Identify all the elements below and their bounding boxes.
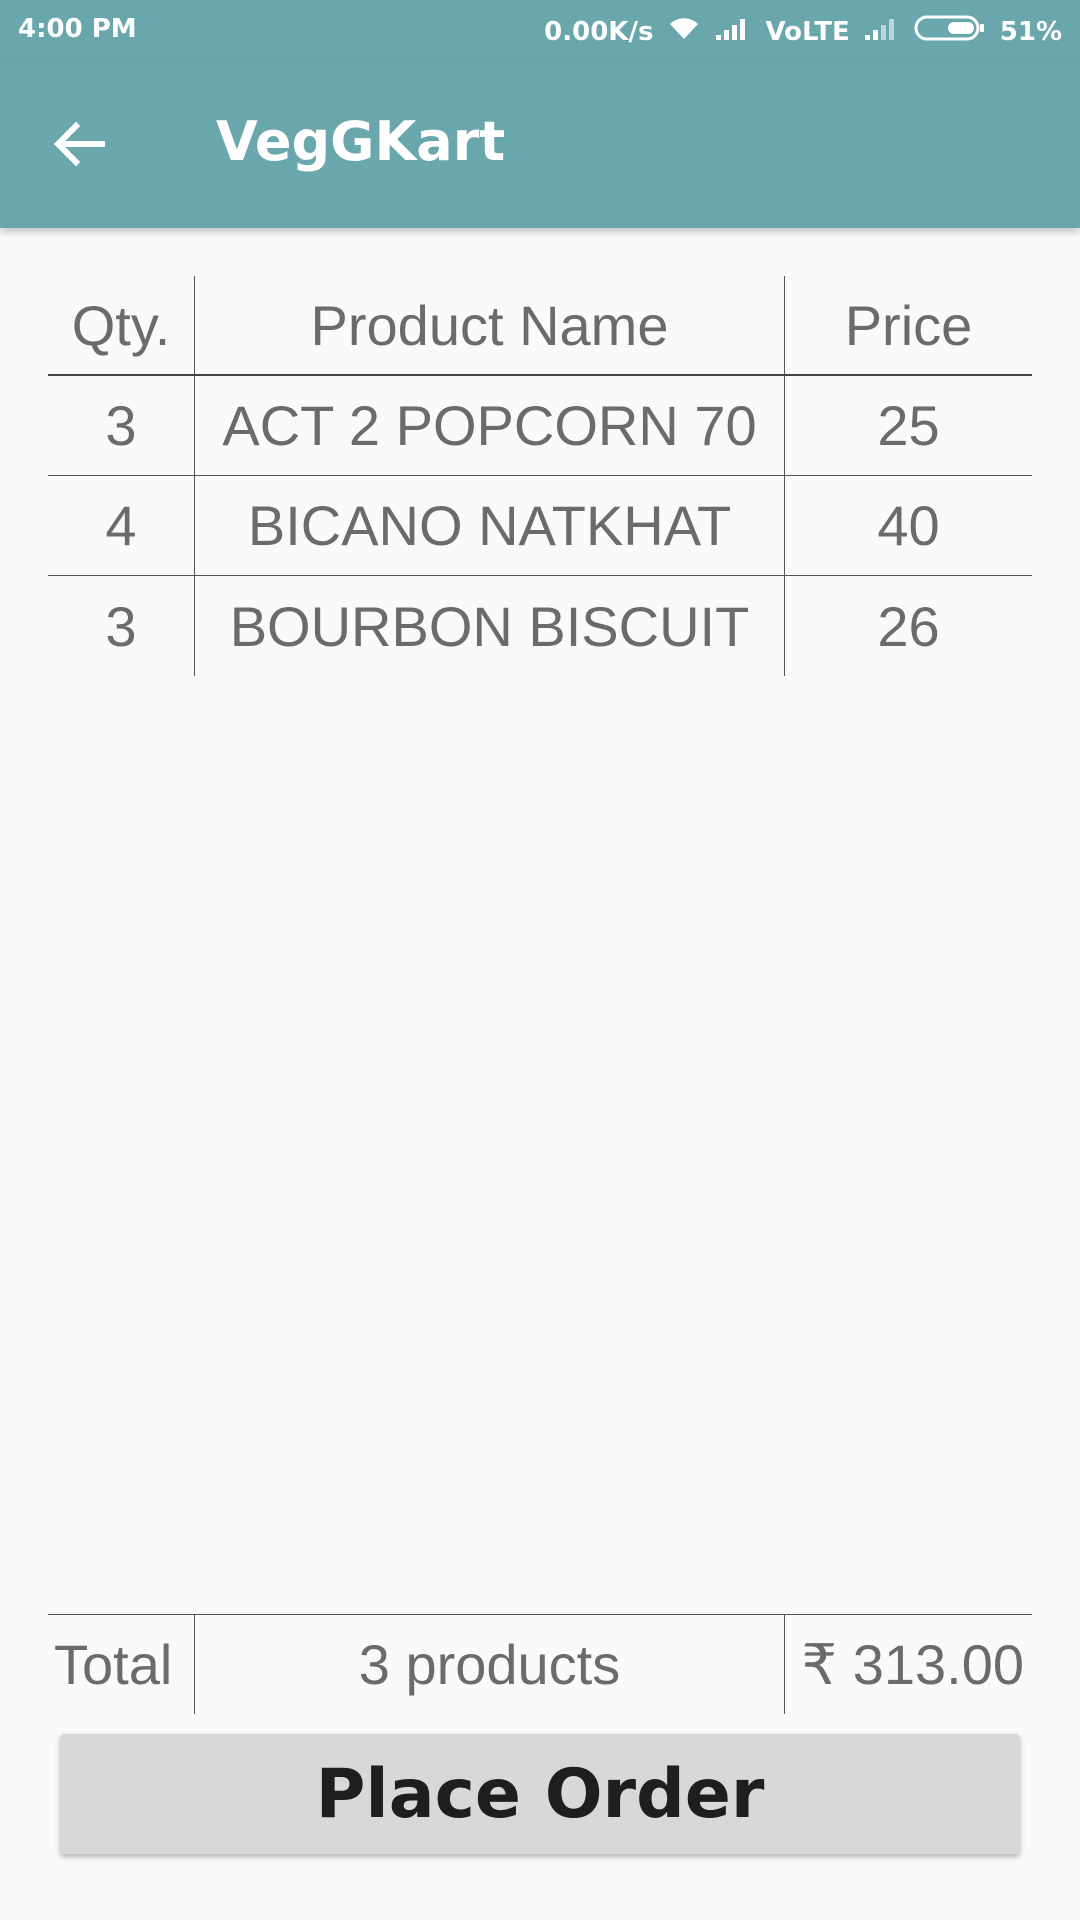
totals-row: Total 3 products ₹ 313.00: [48, 1614, 1032, 1714]
total-amount: ₹ 313.00: [801, 1632, 1024, 1696]
row-product-name: BOURBON BISCUIT: [195, 576, 785, 676]
row-price: 40: [877, 494, 940, 557]
network-type: VoLTE: [765, 16, 850, 47]
table-row: 3 BOURBON BISCUIT 26: [48, 576, 1032, 676]
status-right: 0.00K/s VoLTE 51%: [544, 14, 1062, 49]
total-product-count: 3 products: [195, 1615, 785, 1714]
total-label: Total: [48, 1615, 195, 1714]
table-row: 3 ACT 2 POPCORN 70 25: [48, 376, 1032, 476]
arrow-left-icon: [48, 121, 112, 180]
header-product-name: Product Name: [195, 276, 785, 374]
row-price: 26: [877, 594, 940, 658]
network-speed: 0.00K/s: [544, 16, 654, 47]
back-button[interactable]: [48, 112, 112, 176]
battery-icon: [914, 14, 986, 49]
table-header: Qty. Product Name Price: [48, 276, 1032, 376]
row-product-name: ACT 2 POPCORN 70: [195, 376, 785, 475]
wifi-icon: [667, 15, 701, 48]
status-bar: 4:00 PM 0.00K/s VoLTE 51%: [0, 0, 1080, 60]
order-table: Qty. Product Name Price 3 ACT 2 POPCORN …: [48, 276, 1032, 676]
row-qty: 4: [48, 476, 195, 575]
table-row: 4 BICANO NATKHAT 40: [48, 476, 1032, 576]
header-qty: Qty.: [48, 276, 195, 374]
place-order-button[interactable]: Place Order: [60, 1734, 1020, 1854]
row-qty: 3: [48, 376, 195, 475]
app-bar: VegGKart: [0, 60, 1080, 228]
battery-percent: 51%: [999, 16, 1062, 47]
app-title: VegGKart: [216, 110, 506, 173]
signal-icon: [715, 15, 751, 48]
status-time: 4:00 PM: [18, 14, 137, 44]
header-price: Price: [844, 293, 973, 357]
row-price: 25: [877, 394, 940, 457]
row-qty: 3: [48, 576, 195, 676]
row-product-name: BICANO NATKHAT: [195, 476, 785, 575]
signal-icon: [864, 15, 900, 48]
